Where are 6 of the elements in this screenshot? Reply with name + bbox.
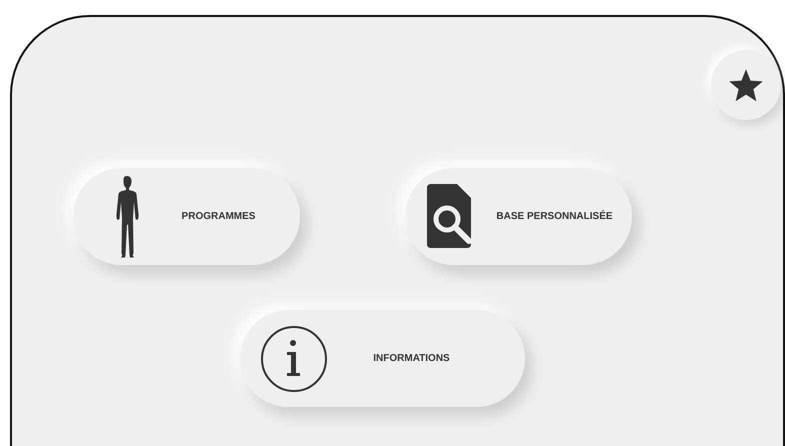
- human-figure-icon: [114, 176, 140, 258]
- menu-button[interactable]: BASE PERSONNALISÉE: [405, 168, 632, 265]
- menu-button[interactable]: INFORMATIONS: [240, 310, 525, 407]
- info-icon: [260, 324, 328, 392]
- menu-button[interactable]: PROGRAMMES: [73, 168, 300, 265]
- star-icon: [728, 67, 764, 103]
